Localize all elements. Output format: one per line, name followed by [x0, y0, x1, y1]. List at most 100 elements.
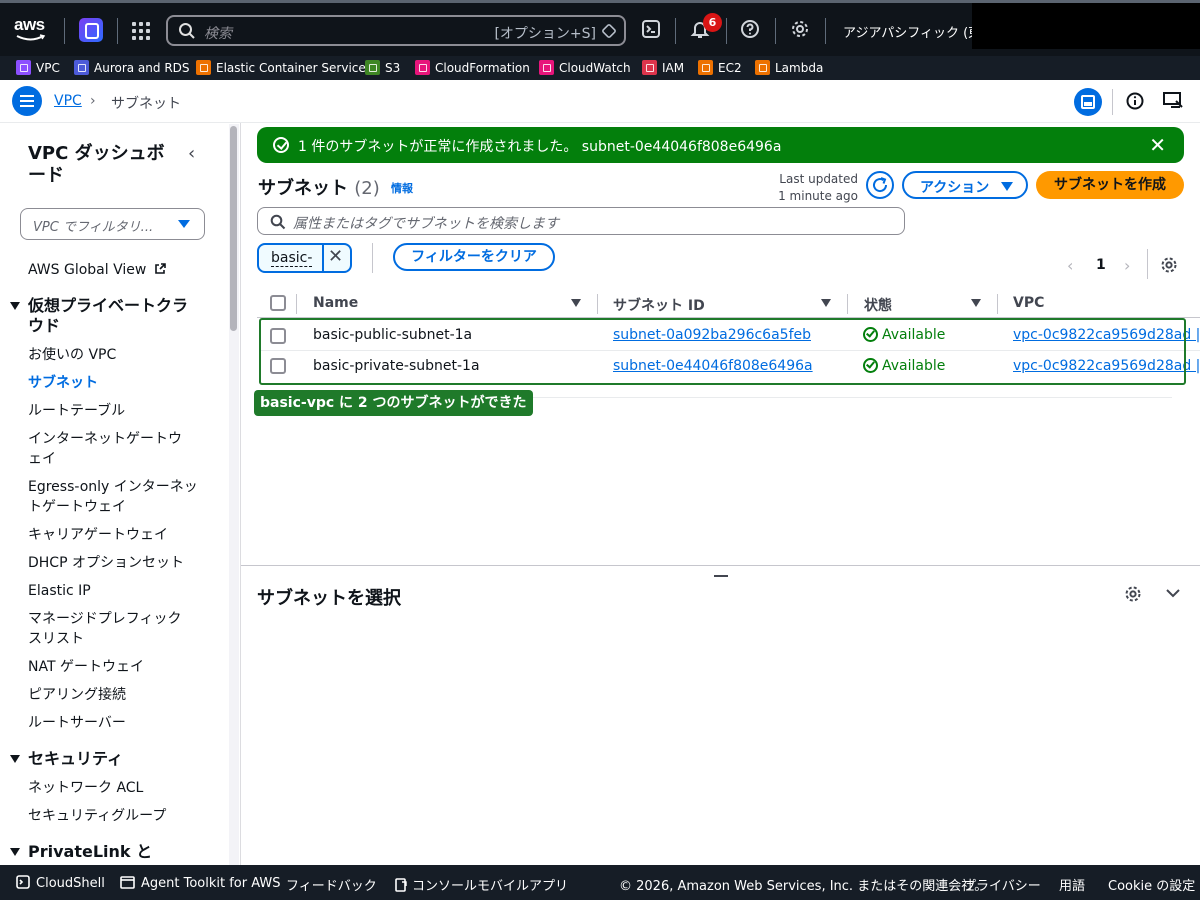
create-subnet-button[interactable]: サブネットを作成 — [1036, 171, 1184, 199]
sidebar-item-network-acl[interactable]: ネットワーク ACL — [28, 778, 198, 798]
vpc-filter-select[interactable]: VPC でフィルタリ... — [20, 208, 205, 240]
table-settings-gear-icon[interactable] — [1160, 256, 1178, 274]
footer-terms[interactable]: 用語 — [1059, 875, 1085, 894]
sidebar-section-security[interactable]: セキュリティ — [10, 749, 200, 769]
caret-down-icon — [1001, 182, 1013, 191]
info-icon[interactable] — [1125, 91, 1145, 111]
subnet-count: (2) — [354, 178, 380, 199]
collapse-sidebar-icon[interactable]: ‹ — [188, 143, 195, 164]
favorite-ecs[interactable]: Elastic Container Service — [196, 60, 366, 75]
annotation-highlight-box — [259, 318, 1186, 385]
services-grid-icon[interactable] — [132, 22, 150, 40]
external-link-icon — [154, 263, 166, 274]
remove-filter-icon[interactable]: ✕ — [328, 246, 343, 267]
success-check-icon — [273, 137, 289, 153]
sidebar-item-subnets[interactable]: サブネット — [28, 373, 198, 393]
column-header-name[interactable]: Name — [313, 295, 358, 311]
hamburger-menu-button[interactable] — [12, 86, 42, 116]
footer-feedback[interactable]: フィードバック — [286, 875, 377, 894]
favorite-lambda[interactable]: Lambda — [755, 60, 823, 75]
filter-token[interactable]: basic- ✕ — [257, 243, 352, 273]
close-icon[interactable]: ✕ — [1149, 133, 1166, 157]
footer-copyright: © 2026, Amazon Web Services, Inc. またはその関… — [619, 879, 988, 894]
sort-caret-icon[interactable] — [971, 299, 981, 307]
breadcrumb-vpc-link[interactable]: VPC — [54, 93, 82, 109]
favorite-ec2[interactable]: EC2 — [698, 60, 742, 75]
sidebar-item-peering[interactable]: ピアリング接続 — [28, 685, 198, 705]
footer-mobile-app[interactable]: コンソールモバイルアプリ — [395, 875, 568, 894]
favorite-s3[interactable]: S3 — [365, 60, 400, 75]
divider — [775, 18, 776, 44]
footer-cloudshell[interactable]: CloudShell — [16, 875, 105, 891]
cloudshell-icon[interactable] — [641, 19, 661, 39]
split-panel-gear-icon[interactable] — [1124, 585, 1142, 603]
sidebar-section-privatelink[interactable]: PrivateLink と Lattice — [10, 842, 200, 865]
sort-caret-icon[interactable] — [571, 299, 581, 307]
caret-down-icon — [178, 220, 190, 228]
refresh-button[interactable] — [866, 171, 894, 199]
divider — [117, 18, 118, 44]
footer-agent-toolkit[interactable]: Agent Toolkit for AWS — [120, 875, 281, 891]
caret-down-icon — [10, 302, 20, 310]
divider — [64, 18, 65, 44]
sidebar-item-prefix-lists[interactable]: マネージドプレフィックスリスト — [28, 609, 188, 649]
presentation-icon[interactable] — [1162, 91, 1184, 111]
sidebar-scroll-thumb[interactable] — [230, 126, 237, 331]
previous-page-icon[interactable]: ‹ — [1067, 256, 1073, 275]
sidebar-item-carrier-gateways[interactable]: キャリアゲートウェイ — [28, 525, 198, 545]
s3-service-icon — [365, 60, 380, 75]
chevron-down-icon[interactable] — [1164, 584, 1182, 602]
sidebar-item-route-servers[interactable]: ルートサーバー — [28, 713, 198, 733]
aws-logo[interactable]: aws — [14, 15, 50, 45]
sidebar-title[interactable]: VPC ダッシュボード — [28, 143, 178, 187]
column-header-vpc[interactable]: VPC — [1013, 295, 1044, 311]
sidebar-item-internet-gateways[interactable]: インターネットゲートウェイ — [28, 429, 193, 469]
favorite-aurora-rds[interactable]: Aurora and RDS — [74, 60, 190, 75]
footer-cookie-settings[interactable]: Cookie の設定 — [1108, 875, 1195, 894]
filter-token-label: basic- — [271, 250, 313, 267]
favorite-iam[interactable]: IAM — [642, 60, 684, 75]
sidebar-item-route-tables[interactable]: ルートテーブル — [28, 401, 198, 421]
sidebar-item-security-groups[interactable]: セキュリティグループ — [28, 806, 198, 826]
sidebar-item-dhcp-options[interactable]: DHCP オプションセット — [28, 553, 198, 573]
sidebar-item-nat-gateways[interactable]: NAT ゲートウェイ — [28, 657, 198, 677]
favorite-vpc[interactable]: VPC — [16, 60, 60, 75]
info-link[interactable]: 情報 — [391, 180, 413, 196]
favorite-cloudformation[interactable]: CloudFormation — [415, 60, 530, 75]
sidebar-section-vpc[interactable]: 仮想プライベートクラウド — [10, 296, 200, 336]
column-header-subnet-id[interactable]: サブネット ID — [613, 295, 705, 315]
gear-icon[interactable] — [790, 19, 810, 39]
annotation-label: basic-vpc に 2 つのサブネットができた — [254, 390, 533, 416]
divider — [372, 243, 373, 273]
clear-filters-button[interactable]: フィルターをクリア — [393, 243, 555, 271]
favorite-cloudwatch[interactable]: CloudWatch — [539, 60, 631, 75]
sidebar-item-global-view[interactable]: AWS Global View — [28, 260, 198, 280]
toolkit-icon — [120, 876, 135, 889]
global-search-input[interactable]: 検索 [オプション+S] — [166, 15, 626, 46]
iam-service-icon — [642, 60, 657, 75]
page-number[interactable]: 1 — [1096, 257, 1106, 273]
redaction-block — [972, 3, 1200, 49]
sidebar-item-your-vpcs[interactable]: お使いの VPC — [28, 345, 198, 365]
footer-privacy[interactable]: プライバシー — [963, 875, 1041, 894]
amazon-q-icon[interactable] — [79, 18, 103, 42]
sidebar-item-elastic-ip[interactable]: Elastic IP — [28, 581, 198, 601]
split-panel: サブネットを選択 — [241, 565, 1200, 865]
help-icon[interactable] — [740, 19, 760, 39]
sidebar-item-egress-only-igw[interactable]: Egress-only インターネットゲートウェイ — [28, 477, 198, 517]
actions-dropdown-button[interactable]: アクション — [902, 171, 1028, 199]
refresh-icon — [873, 177, 888, 193]
last-updated: Last updated 1 minute ago — [778, 172, 858, 203]
resize-handle[interactable] — [714, 575, 728, 577]
subnet-search-input[interactable]: 属性またはタグでサブネットを検索します — [257, 207, 905, 235]
caret-down-icon — [10, 848, 20, 856]
breadcrumb-chevron-icon: › — [90, 93, 96, 109]
sort-caret-icon[interactable] — [821, 299, 831, 307]
divider — [597, 294, 598, 314]
split-panel-toggle-icon[interactable] — [1074, 88, 1102, 116]
favorites-bar: VPC Aurora and RDS Elastic Container Ser… — [0, 56, 1200, 80]
next-page-icon[interactable]: › — [1124, 256, 1130, 275]
success-flash-message: 1 件のサブネットが正常に作成されました。 subnet-0e44046f808… — [257, 127, 1184, 163]
column-header-state[interactable]: 状態 — [864, 295, 892, 315]
select-all-checkbox[interactable] — [270, 295, 286, 311]
